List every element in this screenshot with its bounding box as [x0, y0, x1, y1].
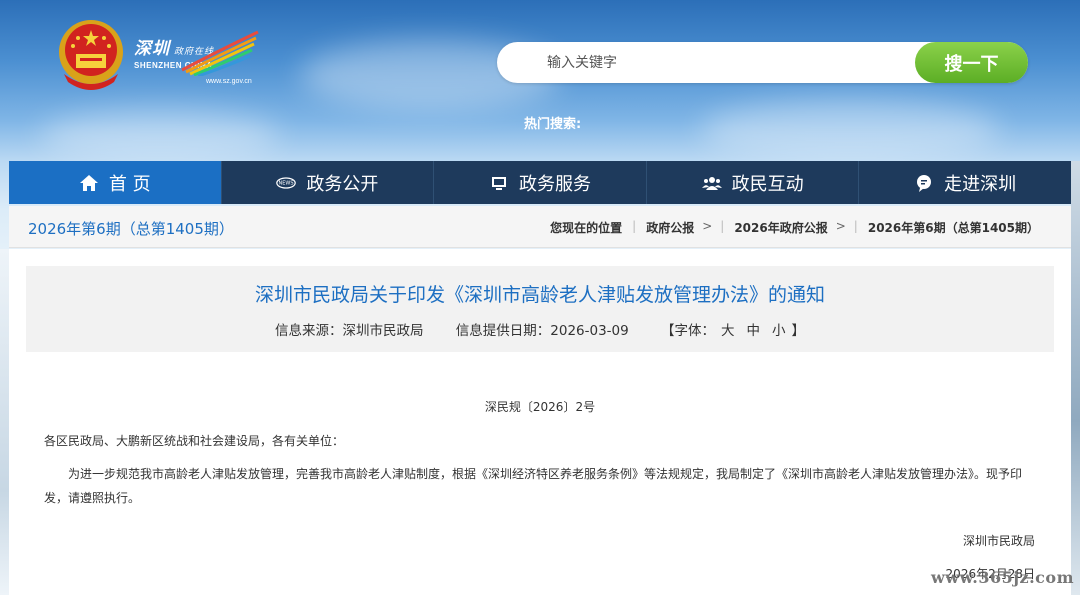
nav-label: 走进深圳: [944, 173, 1017, 195]
nav-label: 政务服务: [518, 173, 591, 195]
breadcrumb-divider: |: [632, 219, 637, 233]
national-emblem-icon: [59, 20, 123, 90]
breadcrumb-item-year[interactable]: 2026年政府公报: [734, 219, 827, 236]
nav-item-gov-services[interactable]: 政务服务: [434, 161, 647, 204]
monitor-icon: [491, 176, 506, 190]
logo-title: 深圳: [134, 39, 170, 59]
site-header: 深圳政府在线 SHENZHEN CHINA www.sz.gov.cn 搜一下 …: [0, 0, 1080, 160]
watermark: www.365jz.com: [931, 568, 1074, 587]
background-strip: [0, 249, 9, 595]
font-size-medium[interactable]: 中: [747, 323, 761, 339]
nav-label: 首 页: [108, 173, 151, 195]
logo-swoosh-icon: [181, 30, 259, 76]
people-icon: [701, 176, 722, 190]
breadcrumb-separator: >: [702, 219, 713, 233]
home-icon: [79, 174, 98, 191]
document-number: 深民规〔2026〕2号: [484, 400, 596, 414]
nav-label: 政民互动: [731, 173, 804, 195]
font-label-close: 】: [791, 323, 806, 339]
body-paragraph: 为进一步规范我市高龄老人津贴发放管理，完善我市高龄老人津贴制度，根据《深圳经济特…: [44, 467, 1023, 505]
nav-label: 政务公开: [306, 173, 379, 195]
article-header: 深圳市民政局关于印发《深圳市高龄老人津贴发放管理办法》的通知 信息来源：深圳市民…: [26, 266, 1054, 352]
font-size-control: 【字体： 大中小】: [661, 323, 805, 339]
breadcrumb-divider: |: [853, 219, 858, 233]
breadcrumb: 您现在的位置 | 政府公报 > | 2026年政府公报 > | 2026年第6期…: [550, 219, 1039, 236]
article-meta: 信息来源：深圳市民政局 信息提供日期：2026-03-09 【字体： 大中小】: [26, 319, 1054, 339]
hot-search-label: 热门搜索:: [524, 117, 582, 132]
search-box: 搜一下: [497, 42, 1028, 83]
breadcrumb-bar: 2026年第6期（总第1405期） 您现在的位置 | 政府公报 > | 2026…: [9, 206, 1071, 248]
nav-item-gov-affairs[interactable]: NEWS 政务公开: [222, 161, 435, 204]
search-button[interactable]: 搜一下: [915, 42, 1028, 83]
font-size-small[interactable]: 小: [772, 323, 786, 339]
breadcrumb-location-label: 您现在的位置: [550, 221, 623, 235]
article-title: 深圳市民政局关于印发《深圳市高龄老人津贴发放管理办法》的通知: [254, 284, 825, 306]
nav-item-about-shenzhen[interactable]: 走进深圳: [859, 161, 1071, 204]
main-nav: 首 页 NEWS 政务公开 政务服务 政民互动 走进深圳: [9, 161, 1071, 204]
signature: 深圳市民政局: [962, 534, 1035, 548]
nav-item-interaction[interactable]: 政民互动: [647, 161, 860, 204]
breadcrumb-item-gazette[interactable]: 政府公报: [646, 219, 694, 236]
nav-item-home[interactable]: 首 页: [9, 161, 222, 204]
article-date: 信息提供日期：2026-03-09: [455, 323, 629, 339]
breadcrumb-separator: >: [835, 219, 846, 233]
recipients: 各区民政局、大鹏新区统战和社会建设局，各有关单位：: [44, 434, 345, 448]
svg-text:NEWS: NEWS: [279, 180, 294, 186]
breadcrumb-item-issue[interactable]: 2026年第6期（总第1405期）: [868, 219, 1039, 236]
search-input[interactable]: [547, 52, 907, 74]
logo-url: www.sz.gov.cn: [206, 78, 252, 85]
breadcrumb-divider: |: [720, 219, 725, 233]
issue-title: 2026年第6期（总第1405期）: [28, 220, 234, 238]
article-source: 信息来源：深圳市民政局: [274, 323, 424, 339]
background-strip: [1071, 161, 1080, 595]
font-size-large[interactable]: 大: [721, 323, 735, 339]
chat-icon: [917, 174, 932, 192]
font-label: 【字体：: [661, 323, 716, 339]
news-icon: NEWS: [276, 176, 297, 189]
article-content: 深圳市民政局关于印发《深圳市高龄老人津贴发放管理办法》的通知 信息来源：深圳市民…: [9, 249, 1071, 595]
